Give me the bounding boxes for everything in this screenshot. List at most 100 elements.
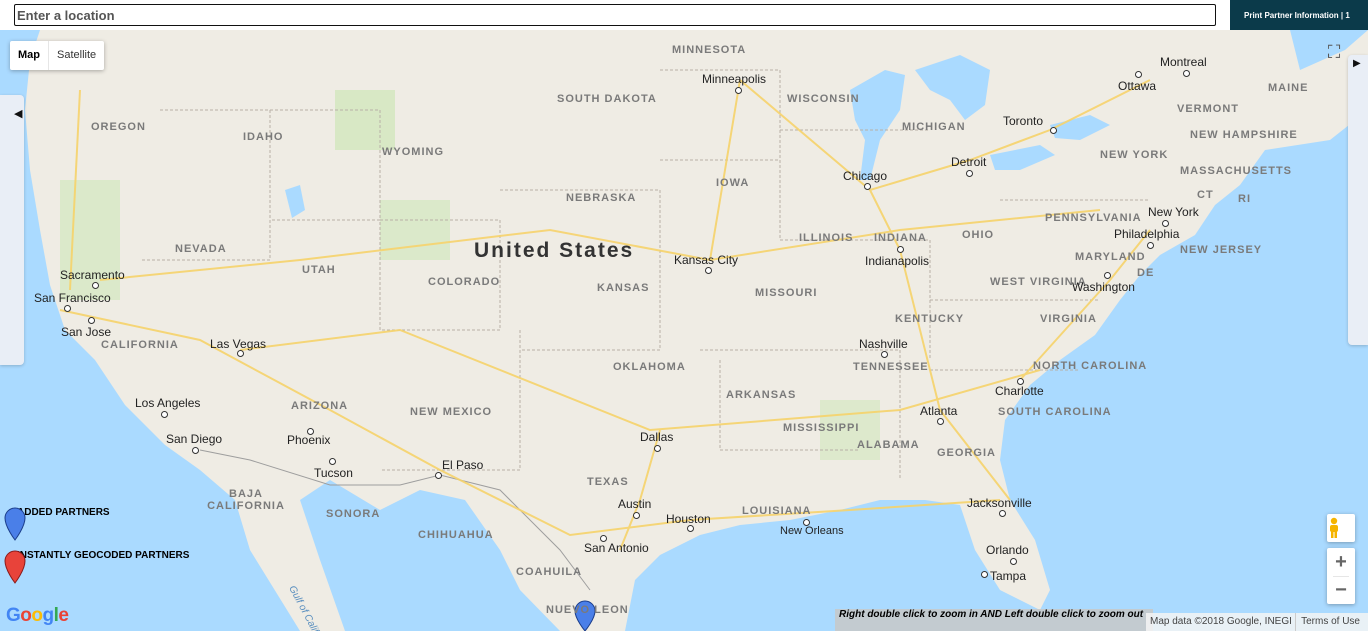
city-dot (803, 519, 810, 526)
legend-label: INSTANTLY GEOCODED PARTNERS (17, 550, 190, 561)
city-label: San Diego (166, 432, 223, 446)
state-label: ILLINOIS (799, 232, 854, 244)
city-label: Jacksonville (967, 496, 1032, 510)
city-label: Indianapolis (865, 254, 930, 268)
city-label: Houston (666, 512, 711, 526)
city-label: San Jose (61, 325, 112, 339)
map-attribution: Map data ©2018 Google, INEGI (1146, 613, 1296, 631)
state-label: SOUTH CAROLINA (998, 406, 1112, 418)
state-label: OKLAHOMA (613, 361, 686, 373)
state-label: TEXAS (587, 476, 629, 488)
city-label: Nashville (859, 337, 908, 351)
state-label: VERMONT (1177, 103, 1239, 115)
city-dot (1162, 220, 1169, 227)
city-dot (329, 458, 336, 465)
city-label: Las Vegas (210, 337, 267, 351)
state-label: COAHUILA (516, 566, 583, 578)
city-dot (192, 447, 199, 454)
city-label: New Orleans (780, 525, 844, 537)
state-label: NEW MEXICO (410, 406, 493, 418)
city-label: Washington (1072, 280, 1135, 294)
legend-geocoded-partners: INSTANTLY GEOCODED PARTNERS (4, 550, 190, 584)
state-label: LOUISIANA (742, 505, 812, 517)
city-label: Toronto (1003, 114, 1044, 128)
city-dot (937, 418, 944, 425)
city-dot (897, 246, 904, 253)
chevron-left-icon: ◀ (14, 108, 23, 120)
city-dot (1183, 70, 1190, 77)
city-dot (1147, 242, 1154, 249)
city-dot (92, 282, 99, 289)
city-label: Atlanta (920, 404, 958, 418)
zoom-hint: Right double click to zoom in AND Left d… (835, 609, 1154, 631)
land-mass (25, 30, 1368, 631)
city-label: Charlotte (995, 384, 1044, 398)
map-canvas[interactable]: United States MINNESOTA SOUTH DAKOTA WIS… (0, 30, 1368, 631)
state-label: NORTH CAROLINA (1033, 360, 1148, 372)
pegman-button[interactable] (1327, 514, 1355, 542)
city-dot (1135, 71, 1142, 78)
fullscreen-icon[interactable]: ⛶ (1322, 40, 1346, 64)
city-label: Tampa (990, 569, 1027, 583)
state-label: MISSOURI (755, 287, 818, 299)
city-dot (633, 512, 640, 519)
city-label: Minneapolis (702, 72, 767, 86)
city-dot (64, 305, 71, 312)
state-label: WYOMING (382, 146, 444, 158)
map-tiles (25, 30, 1368, 631)
state-label: MINNESOTA (672, 44, 747, 56)
minus-icon[interactable]: − (1327, 576, 1355, 604)
print-partner-info-button[interactable]: Print Partner Information | 1 (1230, 0, 1368, 30)
city-dot (1017, 378, 1024, 385)
state-label: TENNESSEE (853, 361, 929, 373)
state-label: MAINE (1268, 82, 1309, 94)
chevron-right-icon: ▶ (1353, 58, 1361, 69)
city-dot (881, 351, 888, 358)
state-label: NUEVO LEON (546, 604, 629, 616)
legend-added-partners: ADDED PARTNERS (4, 507, 110, 541)
right-panel-toggle[interactable]: ▶ (1348, 55, 1368, 345)
city-dot (237, 350, 244, 357)
state-label: COLORADO (428, 276, 501, 288)
city-label: Dallas (640, 430, 674, 444)
city-dot (654, 445, 661, 452)
state-label: NEBRASKA (566, 192, 637, 204)
state-label: OREGON (91, 121, 146, 133)
state-label: DE (1137, 267, 1155, 279)
state-label: WISCONSIN (787, 93, 860, 105)
country-label: United States (474, 239, 635, 262)
state-label: SOUTH DAKOTA (557, 93, 657, 105)
state-label: MARYLAND (1075, 251, 1146, 263)
google-logo: Google (6, 605, 69, 626)
state-label: INDIANA (874, 232, 927, 244)
city-label: Tucson (314, 466, 353, 480)
city-dot (999, 510, 1006, 517)
state-label: MASSACHUSETTS (1180, 165, 1293, 177)
state-label: CALIFORNIA (101, 339, 179, 351)
city-dot (687, 525, 694, 532)
city-dot (600, 535, 607, 542)
city-label: San Antonio (584, 541, 649, 555)
map-type-map-button[interactable]: Map (10, 41, 49, 70)
top-bar: Print Partner Information | 1 (0, 0, 1368, 30)
state-label: ARKANSAS (726, 389, 797, 401)
city-dot (966, 170, 973, 177)
state-label: GEORGIA (937, 447, 996, 459)
map-type-control: Map Satellite (10, 41, 105, 70)
city-label: Ottawa (1118, 79, 1157, 93)
state-label: NEW JERSEY (1180, 244, 1263, 256)
plus-icon[interactable]: + (1327, 548, 1355, 576)
city-dot (307, 428, 314, 435)
state-label: ARIZONA (291, 400, 349, 412)
map-type-satellite-button[interactable]: Satellite (49, 41, 104, 70)
terms-of-use-link[interactable]: Terms of Use (1295, 613, 1368, 631)
city-label: New York (1148, 205, 1199, 219)
state-label: SONORA (326, 508, 381, 520)
city-dot (1010, 558, 1017, 565)
location-search-input[interactable] (14, 4, 1216, 26)
state-label: CT (1197, 189, 1214, 201)
city-label: Orlando (986, 543, 1029, 557)
state-label: OHIO (962, 229, 995, 241)
left-panel-toggle[interactable]: ◀ (0, 95, 24, 365)
city-label: Detroit (951, 155, 987, 169)
